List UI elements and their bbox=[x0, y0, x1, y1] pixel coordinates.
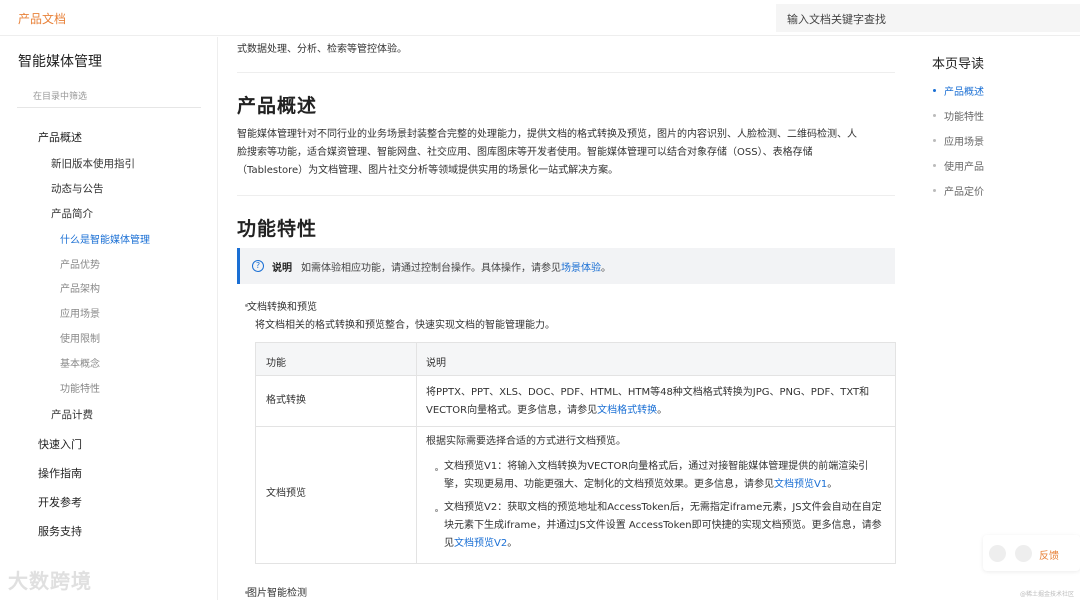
sidebar-item-scenarios[interactable]: 应用场景 bbox=[60, 305, 100, 320]
table-cell-preview-intro: 根据实际需要选择合适的方式进行文档预览。 bbox=[426, 436, 626, 447]
sidebar-item-advantages[interactable]: 产品优势 bbox=[60, 256, 100, 271]
doc-format-convert-link[interactable]: 文档格式转换 bbox=[597, 405, 657, 416]
toc-dot bbox=[933, 139, 936, 142]
feedback-button[interactable]: 反馈 bbox=[1039, 547, 1059, 562]
sidebar-item-features[interactable]: 功能特性 bbox=[60, 380, 100, 395]
divider bbox=[237, 195, 895, 196]
toc-dot bbox=[933, 164, 936, 167]
table-cell-preview-v2: 文档预览V2：获取文档的预览地址和AccessToken后，无需指定iframe… bbox=[444, 502, 882, 549]
feedback-avatar-icon bbox=[989, 545, 1006, 562]
sidebar-filter-input[interactable]: 在目录中筛选 bbox=[33, 89, 87, 102]
bullet-doc-convert-title: 文档转换和预览 bbox=[247, 302, 317, 313]
sidebar-item-dev-ref[interactable]: 开发参考 bbox=[38, 494, 82, 510]
table-header-row: 功能 说明 bbox=[256, 343, 895, 376]
overview-paragraph: 智能媒体管理针对不同行业的业务场景封装整合完整的处理能力，提供文档的格式转换及预… bbox=[237, 126, 897, 180]
divider bbox=[237, 72, 895, 73]
sidebar-item-guide[interactable]: 操作指南 bbox=[38, 465, 82, 481]
watermark-logo: 大数跨境 bbox=[8, 569, 92, 593]
sidebar-item-quickstart[interactable]: 快速入门 bbox=[38, 436, 82, 452]
sidebar-item-billing[interactable]: 产品计费 bbox=[51, 407, 93, 422]
feedback-widget[interactable]: 反馈 bbox=[983, 535, 1080, 571]
toc-item-scenarios[interactable]: 应用场景 bbox=[944, 133, 984, 148]
overview-line: 智能媒体管理针对不同行业的业务场景封装整合完整的处理能力，提供文档的格式转换及预… bbox=[237, 129, 857, 140]
table-cell-preview-v1: 文档预览V1：将输入文档转换为VECTOR向量格式后，通过对接智能媒体管理提供的… bbox=[444, 461, 869, 490]
sidebar-filter[interactable]: 在目录中筛选 bbox=[17, 82, 201, 108]
scenario-link[interactable]: 场景体验 bbox=[561, 263, 601, 274]
sidebar-item-limits[interactable]: 使用限制 bbox=[60, 330, 100, 345]
bullet-image-detect-title: 图片智能检测 bbox=[247, 588, 307, 599]
main-content: 式数据处理、分析、检索等管控体验。 产品概述 智能媒体管理针对不同行业的业务场景… bbox=[219, 37, 913, 600]
sidebar-item-version-guide[interactable]: 新旧版本使用指引 bbox=[51, 156, 135, 171]
intro-tail-text: 式数据处理、分析、检索等管控体验。 bbox=[237, 44, 407, 55]
note-label: 说明 bbox=[272, 263, 292, 274]
sidebar-item-what-is[interactable]: 什么是智能媒体管理 bbox=[60, 231, 150, 246]
toc-dot bbox=[933, 89, 936, 92]
sidebar-item-announcements[interactable]: 动态与公告 bbox=[51, 181, 104, 196]
toc-dot bbox=[933, 114, 936, 117]
toc-dot bbox=[933, 189, 936, 192]
toc-title: 本页导读 bbox=[932, 57, 985, 72]
question-icon: ? bbox=[252, 260, 264, 272]
table-cell-format-desc: 将PPTX、PPT、XLS、DOC、PDF、HTML、HTM等48种文档格式转换… bbox=[426, 387, 870, 416]
page-toc: 本页导读 产品概述 功能特性 应用场景 使用产品 产品定价 bbox=[914, 37, 1080, 600]
table-header-desc: 说明 bbox=[426, 358, 446, 369]
toc-item-usage[interactable]: 使用产品 bbox=[944, 158, 984, 173]
doc-preview-v1-link[interactable]: 文档预览V1 bbox=[774, 479, 827, 490]
sub-bullet bbox=[435, 468, 438, 471]
bullet-doc-convert-desc: 将文档相关的格式转换和预览整合，快速实现文档的智能管理能力。 bbox=[255, 320, 555, 331]
feedback-avatar-icon bbox=[1015, 545, 1032, 562]
overview-line: 脸搜索等功能，适合媒资管理、智能网盘、社交应用、图库图床等开发者使用。智能媒体管… bbox=[237, 147, 813, 158]
sidebar-item-architecture[interactable]: 产品架构 bbox=[60, 280, 100, 295]
sub-bullet bbox=[435, 509, 438, 512]
credit-watermark: @稀土掘金技术社区 bbox=[1020, 591, 1075, 598]
sidebar-item-overview[interactable]: 产品概述 bbox=[38, 129, 82, 145]
note-text: 如需体验相应功能，请通过控制台操作。具体操作，请参见场景体验。 bbox=[301, 263, 611, 274]
table-cell-format-convert: 格式转换 bbox=[266, 395, 306, 406]
features-heading: 功能特性 bbox=[237, 218, 318, 240]
top-bar: 产品文档 输入文档关键字查找 bbox=[0, 0, 1080, 36]
sidebar-item-intro[interactable]: 产品简介 bbox=[51, 206, 93, 221]
note-box: ? 说明 如需体验相应功能，请通过控制台操作。具体操作，请参见场景体验。 bbox=[237, 248, 895, 284]
search-input[interactable]: 输入文档关键字查找 bbox=[787, 11, 886, 27]
doc-preview-v2-link[interactable]: 文档预览V2 bbox=[454, 538, 507, 549]
sidebar-item-concepts[interactable]: 基本概念 bbox=[60, 355, 100, 370]
table-header-function: 功能 bbox=[266, 358, 286, 369]
brand-link[interactable]: 产品文档 bbox=[18, 10, 66, 27]
overview-line: （Tablestore）为文档管理、图片社交分析等领域提供实用的场景化一站式解决… bbox=[237, 165, 619, 176]
overview-heading: 产品概述 bbox=[237, 95, 318, 117]
sidebar: 智能媒体管理 在目录中筛选 产品概述 新旧版本使用指引 动态与公告 产品简介 什… bbox=[0, 37, 218, 600]
sidebar-title: 智能媒体管理 bbox=[18, 54, 102, 70]
sidebar-item-support[interactable]: 服务支持 bbox=[38, 523, 82, 539]
feature-table: 功能 说明 格式转换 将PPTX、PPT、XLS、DOC、PDF、HTML、HT… bbox=[255, 342, 896, 564]
search-box[interactable]: 输入文档关键字查找 bbox=[776, 4, 1080, 32]
table-row-divider bbox=[256, 426, 895, 427]
toc-item-pricing[interactable]: 产品定价 bbox=[944, 183, 984, 198]
table-column-divider bbox=[416, 343, 417, 563]
table-cell-doc-preview: 文档预览 bbox=[266, 488, 306, 499]
toc-item-features[interactable]: 功能特性 bbox=[944, 108, 984, 123]
toc-item-overview[interactable]: 产品概述 bbox=[944, 83, 984, 98]
